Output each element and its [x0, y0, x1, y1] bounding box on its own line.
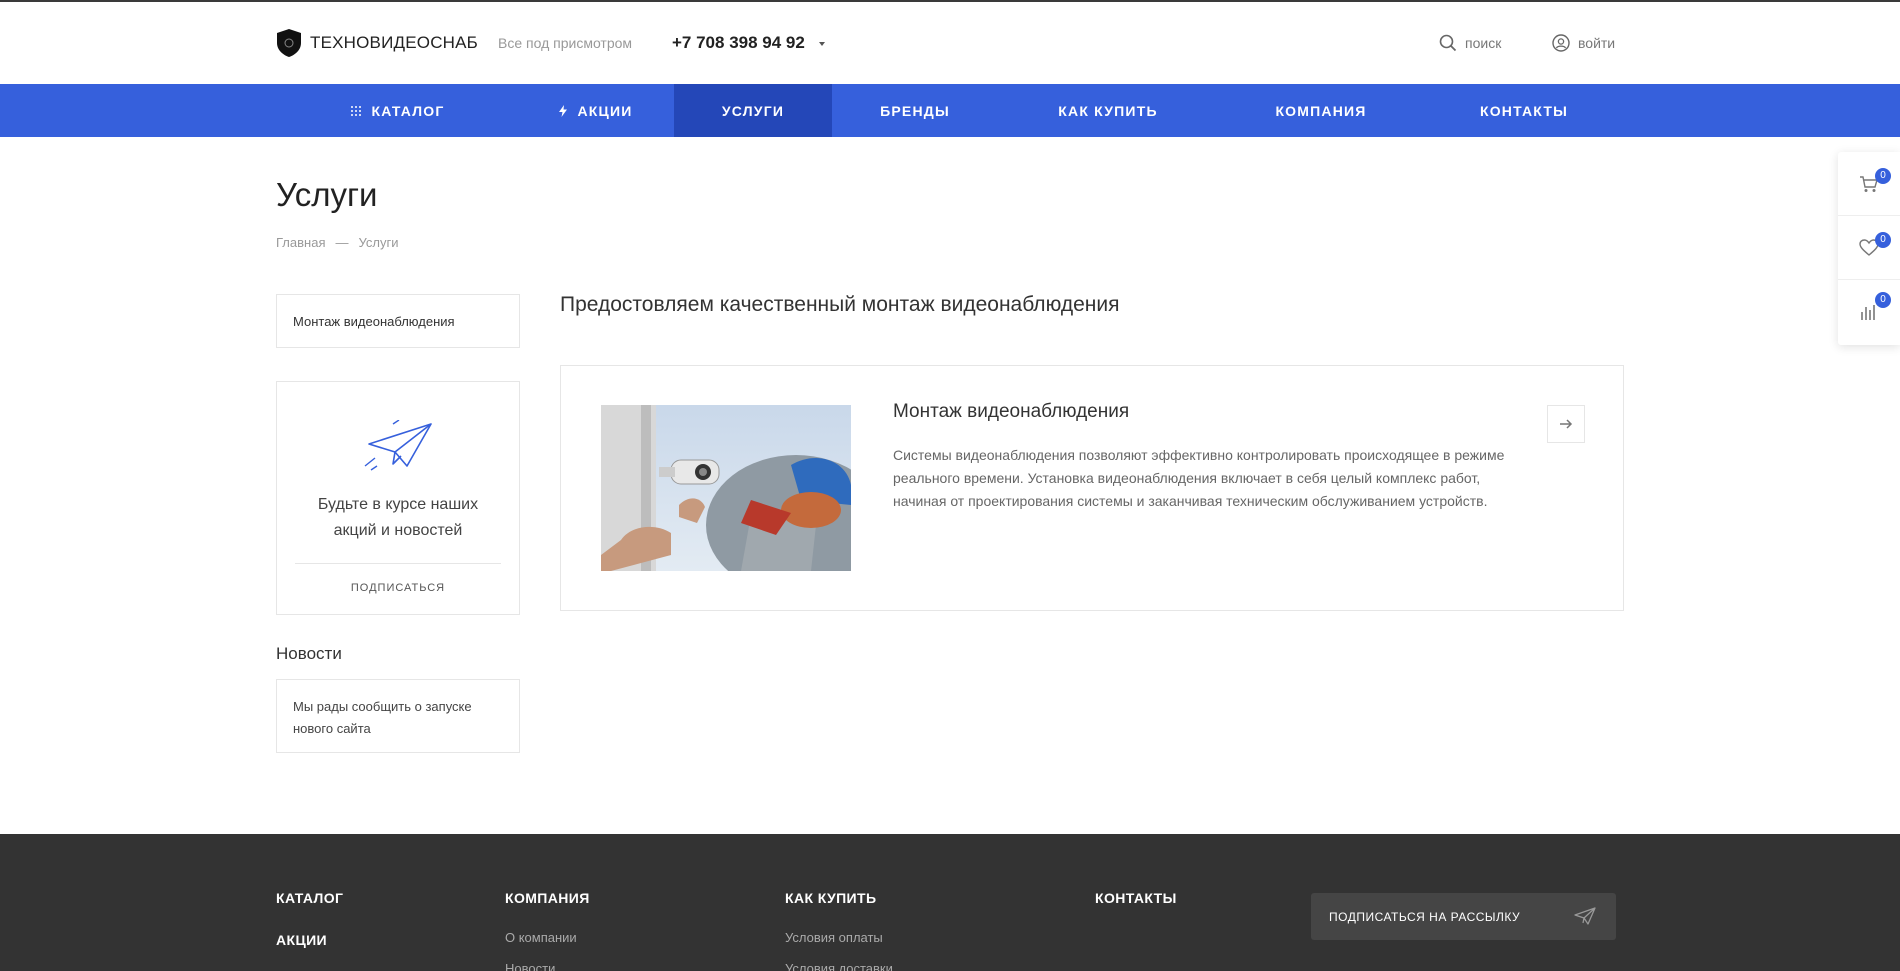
service-card[interactable]: Монтаж видеонаблюдения Системы видеонабл… [560, 365, 1624, 611]
service-open-button[interactable] [1547, 405, 1585, 443]
sidebar-item-installation[interactable]: Монтаж видеонаблюдения [276, 294, 520, 348]
breadcrumb-current: Услуги [358, 235, 399, 250]
main-heading: Предостовляем качественный монтаж видеон… [560, 293, 1120, 316]
footer-contacts-title[interactable]: КОНТАКТЫ [1095, 890, 1177, 906]
footer-company-title[interactable]: КОМПАНИЯ [505, 890, 590, 906]
footer-link-news[interactable]: Новости [505, 961, 590, 971]
phone-number[interactable]: +7 708 398 94 92 [672, 33, 805, 53]
compare-button[interactable]: 0 [1838, 280, 1900, 344]
service-image[interactable] [601, 405, 851, 571]
nav-label-catalog: КАТАЛОГ [371, 102, 445, 119]
nav-label-contacts: КОНТАКТЫ [1479, 102, 1569, 119]
login-label: войти [1578, 35, 1616, 51]
footer-subscribe-button[interactable]: ПОДПИСАТЬСЯ НА РАССЫЛКУ [1311, 893, 1616, 940]
service-title[interactable]: Монтаж видеонаблюдения [893, 401, 1129, 423]
nav-item-how-to-buy[interactable]: КАК КУПИТЬ [998, 84, 1218, 137]
slogan: Все под присмотром [498, 35, 633, 51]
header: ТЕХНОВИДЕОСНАБ Все под присмотром +7 708… [0, 2, 1900, 84]
nav-item-contacts[interactable]: КОНТАКТЫ [1424, 84, 1624, 137]
news-item[interactable]: Мы рады сообщить о запуске нового сайта [276, 679, 520, 753]
nav-item-company[interactable]: КОМПАНИЯ [1218, 84, 1424, 137]
grid-icon [350, 105, 361, 116]
footer-col-contacts: КОНТАКТЫ [1095, 890, 1177, 906]
divider [295, 563, 501, 564]
login-button[interactable]: войти [1552, 34, 1615, 52]
logo[interactable]: ТЕХНОВИДЕОСНАБ [276, 28, 478, 58]
compare-chart-icon [1861, 305, 1875, 320]
nav-item-sales[interactable]: АКЦИИ [518, 84, 674, 137]
footer-col-catalog: КАТАЛОГ АКЦИИ [276, 890, 343, 948]
floating-widget: 0 0 0 [1838, 152, 1900, 345]
send-icon [1574, 907, 1596, 925]
footer-catalog-link[interactable]: КАТАЛОГ [276, 890, 343, 906]
footer-link-delivery[interactable]: Условия доставки [785, 961, 893, 971]
nav-label-sales: АКЦИИ [577, 102, 633, 119]
subscribe-text: Будьте в курсе наших акций и новостей [317, 496, 479, 539]
news-title[interactable]: Новости [276, 644, 342, 664]
cart-count-badge: 0 [1875, 168, 1891, 184]
nav-label-brands: БРЕНДЫ [880, 102, 950, 119]
footer-col-company: КОМПАНИЯ О компании Новости [505, 890, 590, 971]
footer-col-how-to-buy: КАК КУПИТЬ Условия оплаты Условия достав… [785, 890, 893, 971]
footer-subscribe-label: ПОДПИСАТЬСЯ НА РАССЫЛКУ [1329, 909, 1521, 924]
footer-sales-link[interactable]: АКЦИИ [276, 932, 343, 948]
nav-item-brands[interactable]: БРЕНДЫ [832, 84, 998, 137]
favorites-count-badge: 0 [1875, 232, 1891, 248]
paper-plane-icon [364, 420, 432, 471]
lightning-icon [559, 104, 568, 117]
footer-link-about[interactable]: О компании [505, 930, 590, 945]
breadcrumb-home[interactable]: Главная [276, 235, 325, 250]
search-icon [1439, 34, 1457, 52]
compare-count-badge: 0 [1875, 292, 1891, 308]
nav-label-how-to-buy: КАК КУПИТЬ [1058, 102, 1158, 119]
main-nav: КАТАЛОГ АКЦИИ УСЛУГИ БРЕНДЫ КАК КУПИТЬ К… [0, 84, 1900, 137]
service-description: Системы видеонаблюдения позволяют эффект… [893, 447, 1505, 509]
breadcrumb-separator: — [335, 235, 349, 250]
nav-item-catalog[interactable]: КАТАЛОГ [276, 84, 518, 137]
footer-how-to-buy-title[interactable]: КАК КУПИТЬ [785, 890, 893, 906]
subscribe-box: Будьте в курсе наших акций и новостей ПО… [276, 381, 520, 615]
breadcrumb: Главная — Услуги [276, 235, 398, 250]
user-icon [1552, 34, 1570, 52]
footer: КАТАЛОГ АКЦИИ КОМПАНИЯ О компании Новост… [0, 834, 1900, 971]
arrow-right-icon [1560, 419, 1573, 429]
nav-label-company: КОМПАНИЯ [1275, 102, 1367, 119]
footer-link-payment[interactable]: Условия оплаты [785, 930, 893, 945]
shield-logo-icon [277, 29, 301, 57]
search-button[interactable]: поиск [1439, 34, 1501, 52]
search-label: поиск [1465, 35, 1502, 51]
nav-item-services[interactable]: УСЛУГИ [674, 84, 832, 137]
logo-text: ТЕХНОВИДЕОСНАБ [310, 33, 479, 52]
page-title: Услуги [276, 176, 378, 213]
phone-dropdown-icon[interactable] [819, 42, 825, 46]
favorites-button[interactable]: 0 [1838, 216, 1900, 280]
nav-label-services: УСЛУГИ [721, 102, 785, 119]
cart-button[interactable]: 0 [1838, 152, 1900, 216]
subscribe-button[interactable]: ПОДПИСАТЬСЯ [277, 582, 519, 594]
